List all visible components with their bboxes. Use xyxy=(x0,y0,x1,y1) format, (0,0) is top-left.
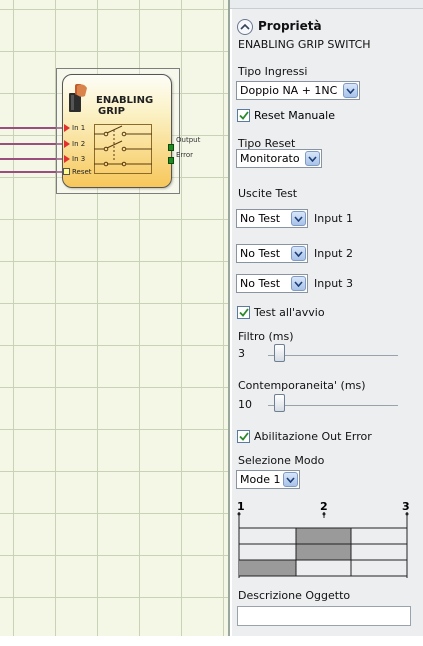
uscite-test-2-value: No Test xyxy=(240,247,281,260)
dropdown-arrow-icon[interactable] xyxy=(305,151,320,166)
switch-symbol-icon xyxy=(94,125,152,167)
input-3-label: Input 3 xyxy=(314,277,353,290)
tipo-ingressi-select[interactable]: Doppio NA + 1NC xyxy=(236,81,360,100)
reset-manuale-label: Reset Manuale xyxy=(254,109,335,122)
collapse-properties-button[interactable] xyxy=(237,19,253,35)
input-label-3: In 3 xyxy=(72,155,86,163)
tipo-ingressi-value: Doppio NA + 1NC xyxy=(240,84,338,97)
uscite-test-3-value: No Test xyxy=(240,277,281,290)
input-label-1: In 1 xyxy=(72,124,86,132)
uscite-test-1-select[interactable]: No Test xyxy=(236,209,308,228)
output-label: Output xyxy=(176,136,201,144)
uscite-test-2-select[interactable]: No Test xyxy=(236,244,308,263)
wire-in-2 xyxy=(0,143,64,145)
contemporaneita-value: 10 xyxy=(238,398,252,411)
abilitazione-out-error-label: Abilitazione Out Error xyxy=(254,430,372,443)
dropdown-arrow-icon[interactable] xyxy=(291,211,306,226)
descrizione-oggetto-label: Descrizione Oggetto xyxy=(238,589,351,602)
input-label-2: In 2 xyxy=(72,140,86,148)
input-port-3[interactable] xyxy=(64,155,70,163)
dropdown-arrow-icon[interactable] xyxy=(291,246,306,261)
tipo-reset-select[interactable]: Monitorato xyxy=(236,149,322,168)
filtro-label: Filtro (ms) xyxy=(238,330,294,343)
hand-grip-icon xyxy=(69,84,87,112)
dropdown-arrow-icon[interactable] xyxy=(283,472,298,487)
uscite-test-1-value: No Test xyxy=(240,212,281,225)
mode-timing-diagram xyxy=(237,512,409,578)
mode-cell-active xyxy=(239,560,296,576)
abilitazione-out-error-checkbox[interactable] xyxy=(237,430,250,443)
tipo-ingressi-label: Tipo Ingressi xyxy=(238,65,308,78)
contemporaneita-slider-thumb[interactable] xyxy=(274,394,285,412)
input-port-1[interactable] xyxy=(64,124,70,132)
wire-in-3 xyxy=(0,158,64,160)
output-port[interactable] xyxy=(168,144,174,151)
selezione-modo-select[interactable]: Mode 1 xyxy=(236,470,300,489)
reset-port[interactable] xyxy=(63,168,70,175)
selezione-modo-label: Selezione Modo xyxy=(238,454,325,467)
properties-panel: Proprietà ENABLING GRIP SWITCH Tipo Ingr… xyxy=(232,9,423,636)
mode-cell-active xyxy=(296,528,351,544)
reset-manuale-checkbox[interactable] xyxy=(237,109,250,122)
test-avvio-label: Test all'avvio xyxy=(254,306,325,319)
block-type-subtitle: ENABLING GRIP SWITCH xyxy=(238,38,371,51)
wire-in-1 xyxy=(0,127,64,129)
tipo-reset-value: Monitorato xyxy=(240,152,300,165)
diagram-canvas[interactable]: ENABLING GRIP In 1 In 2 In 3 Reset Outpu… xyxy=(0,0,230,636)
uscite-test-label: Uscite Test xyxy=(238,187,298,200)
input-1-label: Input 1 xyxy=(314,212,353,225)
input-2-label: Input 2 xyxy=(314,247,353,260)
descrizione-oggetto-input[interactable] xyxy=(237,606,411,626)
filtro-slider-track[interactable] xyxy=(268,355,398,356)
filtro-value: 3 xyxy=(238,347,245,360)
block-title: ENABLING GRIP xyxy=(96,95,154,117)
checkmark-icon xyxy=(238,111,249,120)
mode-cell-active xyxy=(296,544,351,560)
uscite-test-3-select[interactable]: No Test xyxy=(236,274,308,293)
test-avvio-checkbox[interactable] xyxy=(237,306,250,319)
error-port[interactable] xyxy=(168,157,174,164)
collapse-up-icon xyxy=(240,23,250,30)
contemporaneita-slider-track[interactable] xyxy=(268,405,398,406)
error-label: Error xyxy=(176,151,194,159)
checkmark-icon xyxy=(238,432,249,441)
dropdown-arrow-icon[interactable] xyxy=(343,83,358,98)
contemporaneita-label: Contemporaneita' (ms) xyxy=(238,379,366,392)
wire-reset xyxy=(0,171,64,173)
selezione-modo-value: Mode 1 xyxy=(240,473,281,486)
properties-header: Proprietà xyxy=(258,19,322,33)
checkmark-icon xyxy=(238,308,249,317)
input-port-2[interactable] xyxy=(64,140,70,148)
reset-label: Reset xyxy=(72,168,92,176)
filtro-slider-thumb[interactable] xyxy=(274,344,285,362)
dropdown-arrow-icon[interactable] xyxy=(291,276,306,291)
